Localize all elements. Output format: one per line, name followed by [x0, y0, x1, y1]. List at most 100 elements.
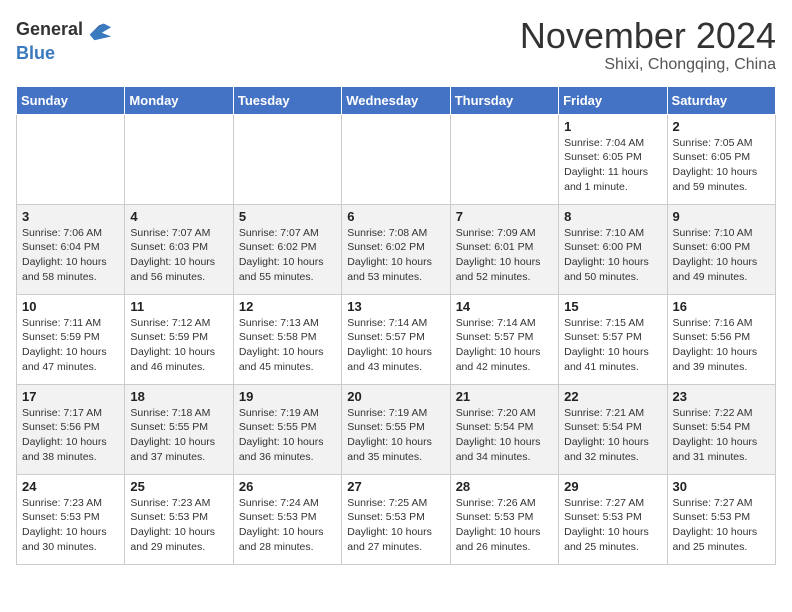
weekday-header-thursday: Thursday — [450, 86, 558, 114]
day-cell: 23Sunrise: 7:22 AM Sunset: 5:54 PM Dayli… — [667, 384, 775, 474]
day-number: 15 — [564, 299, 661, 314]
week-row-5: 24 Sunrise: 7:23 AM Sunset: 5:53 PM Dayli… — [17, 474, 776, 564]
day-cell: 9Sunrise: 7:10 AM Sunset: 6:00 PM Daylig… — [667, 204, 775, 294]
day-number: 18 — [130, 389, 227, 404]
day-info: Sunrise: 7:27 AM Sunset: 5:53 PM Dayligh… — [673, 496, 770, 555]
day-cell — [125, 114, 233, 204]
day-cell — [17, 114, 125, 204]
day-info: Sunrise: 7:11 AM Sunset: 5:59 PM Dayligh… — [22, 316, 119, 375]
day-info: Sunrise: 7:14 AM Sunset: 5:57 PM Dayligh… — [347, 316, 444, 375]
day-info: Sunrise: 7:20 AM Sunset: 5:54 PM Dayligh… — [456, 406, 553, 465]
day-cell: 19 Sunrise: 7:19 AM Sunset: 5:55 PM Dayli… — [233, 384, 341, 474]
day-cell: 24 Sunrise: 7:23 AM Sunset: 5:53 PM Dayli… — [17, 474, 125, 564]
day-cell: 16Sunrise: 7:16 AM Sunset: 5:56 PM Dayli… — [667, 294, 775, 384]
day-info: Sunrise: 7:16 AM Sunset: 5:56 PM Dayligh… — [673, 316, 770, 375]
day-number: 29 — [564, 479, 661, 494]
day-info: Sunrise: 7:21 AM Sunset: 5:54 PM Dayligh… — [564, 406, 661, 465]
day-cell: 28Sunrise: 7:26 AM Sunset: 5:53 PM Dayli… — [450, 474, 558, 564]
day-cell: 20Sunrise: 7:19 AM Sunset: 5:55 PM Dayli… — [342, 384, 450, 474]
day-number: 9 — [673, 209, 770, 224]
week-row-1: 1 Sunrise: 7:04 AM Sunset: 6:05 PM Daylig… — [17, 114, 776, 204]
day-info: Sunrise: 7:08 AM Sunset: 6:02 PM Dayligh… — [347, 226, 444, 285]
day-number: 14 — [456, 299, 553, 314]
day-cell: 1 Sunrise: 7:04 AM Sunset: 6:05 PM Daylig… — [559, 114, 667, 204]
day-cell: 13 Sunrise: 7:14 AM Sunset: 5:57 PM Dayli… — [342, 294, 450, 384]
day-info: Sunrise: 7:13 AM Sunset: 5:58 PM Dayligh… — [239, 316, 336, 375]
day-number: 20 — [347, 389, 444, 404]
day-cell: 8 Sunrise: 7:10 AM Sunset: 6:00 PM Daylig… — [559, 204, 667, 294]
day-info: Sunrise: 7:15 AM Sunset: 5:57 PM Dayligh… — [564, 316, 661, 375]
day-info: Sunrise: 7:04 AM Sunset: 6:05 PM Dayligh… — [564, 136, 661, 195]
day-cell: 4 Sunrise: 7:07 AM Sunset: 6:03 PM Daylig… — [125, 204, 233, 294]
title-block: November 2024 Shixi, Chongqing, China — [520, 16, 776, 74]
day-number: 7 — [456, 209, 553, 224]
day-info: Sunrise: 7:12 AM Sunset: 5:59 PM Dayligh… — [130, 316, 227, 375]
day-info: Sunrise: 7:19 AM Sunset: 5:55 PM Dayligh… — [239, 406, 336, 465]
day-number: 12 — [239, 299, 336, 314]
day-cell: 10Sunrise: 7:11 AM Sunset: 5:59 PM Dayli… — [17, 294, 125, 384]
day-info: Sunrise: 7:24 AM Sunset: 5:53 PM Dayligh… — [239, 496, 336, 555]
day-cell: 21 Sunrise: 7:20 AM Sunset: 5:54 PM Dayli… — [450, 384, 558, 474]
day-cell: 14 Sunrise: 7:14 AM Sunset: 5:57 PM Dayli… — [450, 294, 558, 384]
month-title: November 2024 — [520, 16, 776, 56]
day-number: 5 — [239, 209, 336, 224]
day-info: Sunrise: 7:23 AM Sunset: 5:53 PM Dayligh… — [130, 496, 227, 555]
day-cell: 2 Sunrise: 7:05 AM Sunset: 6:05 PM Daylig… — [667, 114, 775, 204]
logo-blue: Blue — [16, 43, 55, 63]
day-cell: 26 Sunrise: 7:24 AM Sunset: 5:53 PM Dayli… — [233, 474, 341, 564]
day-cell: 15 Sunrise: 7:15 AM Sunset: 5:57 PM Dayli… — [559, 294, 667, 384]
weekday-header-monday: Monday — [125, 86, 233, 114]
day-info: Sunrise: 7:22 AM Sunset: 5:54 PM Dayligh… — [673, 406, 770, 465]
week-row-2: 3Sunrise: 7:06 AM Sunset: 6:04 PM Daylig… — [17, 204, 776, 294]
day-number: 19 — [239, 389, 336, 404]
day-cell: 25 Sunrise: 7:23 AM Sunset: 5:53 PM Dayli… — [125, 474, 233, 564]
week-row-3: 10Sunrise: 7:11 AM Sunset: 5:59 PM Dayli… — [17, 294, 776, 384]
day-number: 4 — [130, 209, 227, 224]
weekday-header-tuesday: Tuesday — [233, 86, 341, 114]
day-info: Sunrise: 7:05 AM Sunset: 6:05 PM Dayligh… — [673, 136, 770, 195]
day-info: Sunrise: 7:23 AM Sunset: 5:53 PM Dayligh… — [22, 496, 119, 555]
day-cell — [450, 114, 558, 204]
day-cell: 3Sunrise: 7:06 AM Sunset: 6:04 PM Daylig… — [17, 204, 125, 294]
day-number: 13 — [347, 299, 444, 314]
day-number: 17 — [22, 389, 119, 404]
day-cell: 5 Sunrise: 7:07 AM Sunset: 6:02 PM Daylig… — [233, 204, 341, 294]
day-number: 27 — [347, 479, 444, 494]
day-info: Sunrise: 7:09 AM Sunset: 6:01 PM Dayligh… — [456, 226, 553, 285]
day-info: Sunrise: 7:06 AM Sunset: 6:04 PM Dayligh… — [22, 226, 119, 285]
day-info: Sunrise: 7:10 AM Sunset: 6:00 PM Dayligh… — [564, 226, 661, 285]
day-number: 21 — [456, 389, 553, 404]
day-cell: 6 Sunrise: 7:08 AM Sunset: 6:02 PM Daylig… — [342, 204, 450, 294]
day-number: 6 — [347, 209, 444, 224]
logo: General Blue — [16, 16, 113, 64]
day-number: 25 — [130, 479, 227, 494]
day-info: Sunrise: 7:14 AM Sunset: 5:57 PM Dayligh… — [456, 316, 553, 375]
logo-bird-icon — [85, 16, 113, 44]
day-cell — [342, 114, 450, 204]
page-header: General Blue November 2024 Shixi, Chongq… — [16, 16, 776, 74]
day-number: 22 — [564, 389, 661, 404]
day-number: 1 — [564, 119, 661, 134]
day-cell: 7 Sunrise: 7:09 AM Sunset: 6:01 PM Daylig… — [450, 204, 558, 294]
day-cell — [233, 114, 341, 204]
weekday-header-friday: Friday — [559, 86, 667, 114]
logo-general: General — [16, 20, 83, 40]
day-info: Sunrise: 7:17 AM Sunset: 5:56 PM Dayligh… — [22, 406, 119, 465]
day-number: 26 — [239, 479, 336, 494]
calendar-table: SundayMondayTuesdayWednesdayThursdayFrid… — [16, 86, 776, 565]
day-cell: 29 Sunrise: 7:27 AM Sunset: 5:53 PM Dayli… — [559, 474, 667, 564]
day-info: Sunrise: 7:27 AM Sunset: 5:53 PM Dayligh… — [564, 496, 661, 555]
day-number: 11 — [130, 299, 227, 314]
day-cell: 22 Sunrise: 7:21 AM Sunset: 5:54 PM Dayli… — [559, 384, 667, 474]
day-info: Sunrise: 7:07 AM Sunset: 6:03 PM Dayligh… — [130, 226, 227, 285]
day-cell: 11 Sunrise: 7:12 AM Sunset: 5:59 PM Dayli… — [125, 294, 233, 384]
week-row-4: 17 Sunrise: 7:17 AM Sunset: 5:56 PM Dayli… — [17, 384, 776, 474]
day-info: Sunrise: 7:07 AM Sunset: 6:02 PM Dayligh… — [239, 226, 336, 285]
day-number: 24 — [22, 479, 119, 494]
day-info: Sunrise: 7:25 AM Sunset: 5:53 PM Dayligh… — [347, 496, 444, 555]
day-number: 2 — [673, 119, 770, 134]
weekday-header-wednesday: Wednesday — [342, 86, 450, 114]
day-cell: 30 Sunrise: 7:27 AM Sunset: 5:53 PM Dayli… — [667, 474, 775, 564]
day-number: 8 — [564, 209, 661, 224]
day-number: 30 — [673, 479, 770, 494]
